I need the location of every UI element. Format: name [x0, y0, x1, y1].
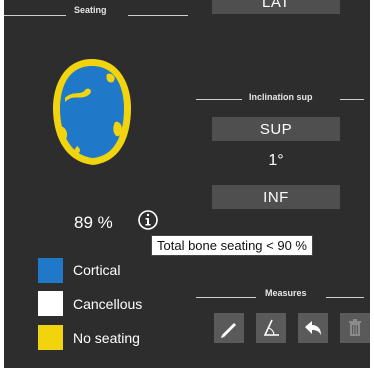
- legend-swatch-cancellous: [38, 291, 63, 316]
- legend-swatch-cortical: [38, 258, 63, 283]
- sup-button[interactable]: SUP: [212, 117, 340, 141]
- inclination-rule-left: [196, 99, 242, 100]
- seating-percentage: 89 %: [74, 213, 113, 232]
- inclination-rule-right: [340, 99, 364, 100]
- seating-title: Seating: [74, 5, 107, 15]
- seating-rule-right: [128, 15, 188, 16]
- delete-button[interactable]: [340, 313, 370, 343]
- angle-icon: [263, 319, 279, 336]
- inf-button[interactable]: INF: [212, 185, 340, 209]
- legend-label-no-seating: No seating: [73, 330, 140, 346]
- lat-button-label: LAT: [262, 0, 290, 11]
- inclination-title: Inclination sup: [249, 92, 313, 102]
- undo-button[interactable]: [298, 313, 328, 343]
- measures-rule-left: [196, 297, 256, 298]
- seating-panel: Seating LAT 89 % Cortical Cancellous No …: [4, 0, 370, 368]
- undo-arrow-icon: [305, 321, 321, 335]
- seating-tooltip: Total bone seating < 90 %: [151, 235, 313, 256]
- measure-angle-button[interactable]: [256, 313, 286, 343]
- measure-ruler-button[interactable]: [214, 313, 244, 343]
- legend-label-cortical: Cortical: [73, 262, 121, 278]
- ruler-pen-icon: [221, 323, 236, 338]
- sup-button-label: SUP: [259, 120, 293, 138]
- inclination-value: 1°: [268, 152, 284, 169]
- legend-swatch-no-seating: [38, 325, 63, 350]
- seating-rule-left: [4, 15, 66, 16]
- lat-button[interactable]: LAT: [212, 0, 340, 14]
- measures-rule-right: [326, 297, 364, 298]
- inf-button-label: INF: [263, 188, 289, 206]
- legend-label-cancellous: Cancellous: [73, 296, 143, 312]
- bone-seating-map: [53, 59, 131, 165]
- measures-title: Measures: [265, 288, 307, 298]
- info-circle-glyph: [138, 210, 158, 230]
- trash-icon: [349, 319, 361, 336]
- info-circle-icon[interactable]: [137, 209, 159, 236]
